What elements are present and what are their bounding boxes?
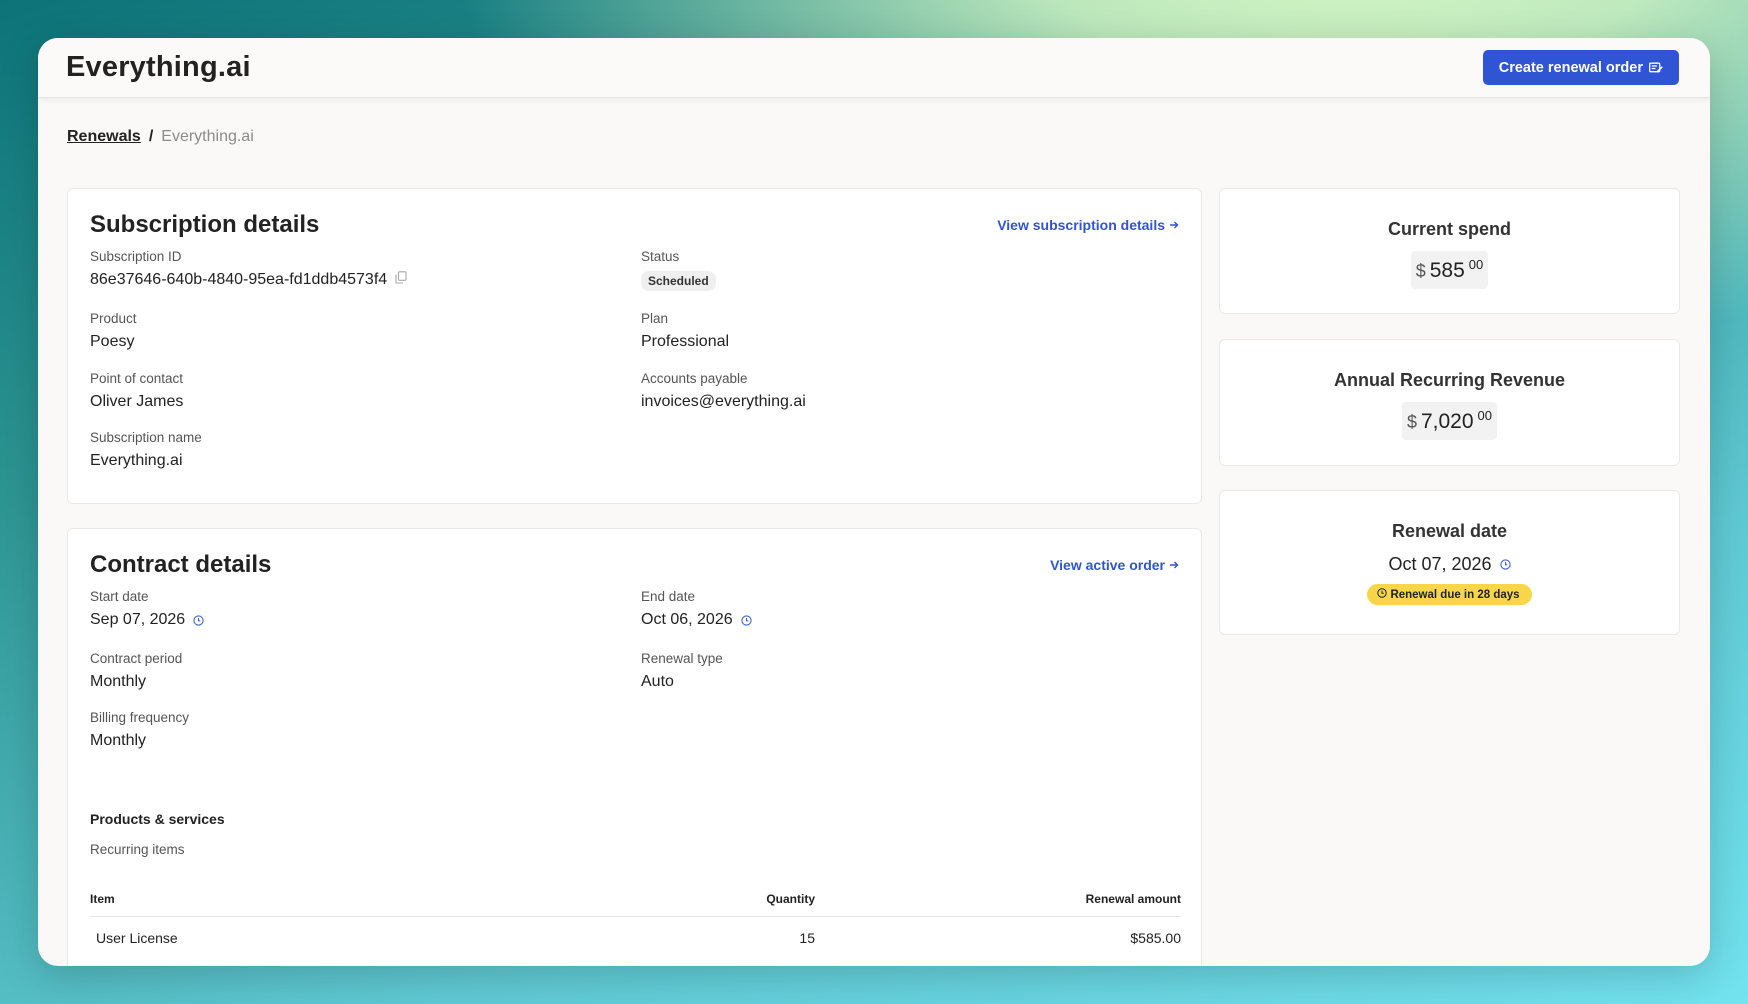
- row-item: User License: [96, 930, 178, 946]
- recurring-items-subtitle: Recurring items: [90, 842, 185, 857]
- clock-info-icon[interactable]: [740, 614, 752, 626]
- breadcrumb-renewals-link[interactable]: Renewals: [67, 128, 141, 146]
- contract-period-value: Monthly: [90, 673, 147, 690]
- renewal-date-value: Oct 07, 2026: [1388, 554, 1492, 574]
- currency-symbol: $: [1415, 261, 1426, 281]
- product-field: Product Poesy: [90, 311, 137, 351]
- amount-cents: 00: [1468, 257, 1484, 272]
- end-date-value: Oct 06, 2026: [641, 611, 733, 628]
- arr-amount: $ 7,020 00: [1401, 402, 1498, 440]
- billing-frequency-field: Billing frequency Monthly: [90, 710, 189, 750]
- renewal-type-label: Renewal type: [641, 651, 723, 666]
- current-spend-title: Current spend: [1387, 219, 1511, 239]
- accounts-payable-value: invoices@everything.ai: [641, 393, 806, 410]
- contract-details-title: Contract details: [90, 551, 272, 578]
- renewal-date-title: Renewal date: [1391, 521, 1508, 541]
- arrow-right-icon: [1169, 557, 1179, 573]
- start-date-field: Start date Sep 07, 2026: [90, 589, 204, 629]
- current-spend-card: Current spend $ 585 00: [1219, 188, 1680, 314]
- breadcrumb-current: Everything.ai: [161, 128, 254, 145]
- products-services-title: Products & services: [90, 811, 225, 827]
- billing-frequency-value: Monthly: [90, 732, 147, 749]
- contract-details-card: Contract details View active order Start…: [67, 528, 1202, 966]
- status-badge: Scheduled: [641, 271, 716, 291]
- subscription-id-field: Subscription ID 86e37646-640b-4840-95ea-…: [90, 249, 407, 289]
- plan-field: Plan Professional: [641, 311, 729, 351]
- app-window: Everything.ai Create renewal order Renew…: [38, 38, 1710, 966]
- plan-value: Professional: [641, 333, 730, 350]
- column-header-item: Item: [90, 891, 115, 906]
- subscription-details-card: Subscription details View subscription d…: [67, 188, 1202, 504]
- point-of-contact-label: Point of contact: [90, 371, 184, 386]
- clock-info-icon[interactable]: [1499, 559, 1511, 570]
- plan-label: Plan: [641, 311, 669, 326]
- renewal-date-card: Renewal date Oct 07, 2026 Renewal due in…: [1219, 490, 1680, 635]
- subscription-id-label: Subscription ID: [90, 249, 182, 264]
- product-label: Product: [90, 311, 137, 326]
- renewal-type-value: Auto: [641, 673, 674, 690]
- create-renewal-order-label: Create renewal order: [1498, 59, 1643, 76]
- clock-icon: [1377, 588, 1388, 601]
- breadcrumb: Renewals / Everything.ai: [67, 128, 254, 146]
- accounts-payable-label: Accounts payable: [641, 371, 748, 386]
- product-value: Poesy: [90, 333, 135, 350]
- top-bar: Everything.ai Create renewal order: [38, 38, 1710, 98]
- renewal-date-value-row: Oct 07, 2026: [1388, 554, 1511, 575]
- table-header: Item Quantity Renewal amount: [90, 881, 1181, 917]
- row-renewal-amount: $585.00: [1130, 930, 1181, 946]
- current-spend-amount: $ 585 00: [1410, 251, 1489, 289]
- status-label: Status: [641, 249, 680, 264]
- column-header-quantity: Quantity: [766, 891, 815, 906]
- accounts-payable-field: Accounts payable invoices@everything.ai: [641, 371, 806, 411]
- start-date-value: Sep 07, 2026: [90, 611, 186, 628]
- billing-frequency-label: Billing frequency: [90, 710, 190, 725]
- view-active-order-label: View active order: [1050, 557, 1165, 573]
- table-row: User License 15 $585.00: [90, 917, 1181, 959]
- create-renewal-order-button[interactable]: Create renewal order: [1482, 50, 1679, 85]
- products-table: Item Quantity Renewal amount User Licens…: [90, 881, 1181, 959]
- point-of-contact-field: Point of contact Oliver James: [90, 371, 183, 411]
- arr-card: Annual Recurring Revenue $ 7,020 00: [1219, 339, 1680, 466]
- view-subscription-details-label: View subscription details: [997, 217, 1165, 233]
- subscription-name-label: Subscription name: [90, 430, 202, 445]
- clock-info-icon[interactable]: [193, 614, 204, 626]
- end-date-field: End date Oct 06, 2026: [641, 589, 752, 629]
- view-active-order-link[interactable]: View active order: [1050, 557, 1179, 573]
- contract-period-field: Contract period Monthly: [90, 651, 182, 691]
- amount-whole: 7,020: [1420, 410, 1474, 433]
- renewal-due-badge: Renewal due in 28 days: [1367, 584, 1532, 605]
- currency-symbol: $: [1406, 412, 1417, 432]
- row-quantity: 15: [799, 930, 815, 946]
- status-field: Status Scheduled: [641, 249, 716, 291]
- subscription-name-field: Subscription name Everything.ai: [90, 430, 202, 470]
- amount-cents: 00: [1477, 408, 1493, 423]
- subscription-id-value: 86e37646-640b-4840-95ea-fd1ddb4573f4: [90, 271, 388, 288]
- breadcrumb-separator: /: [148, 128, 154, 145]
- view-subscription-details-link[interactable]: View subscription details: [997, 217, 1179, 233]
- renewal-due-label: Renewal due in 28 days: [1390, 588, 1520, 601]
- copy-icon[interactable]: [395, 271, 407, 289]
- column-header-renewal-amount: Renewal amount: [1085, 891, 1181, 906]
- subscription-details-title: Subscription details: [90, 211, 320, 238]
- renewal-type-field: Renewal type Auto: [641, 651, 723, 691]
- end-date-label: End date: [641, 589, 696, 604]
- arr-title: Annual Recurring Revenue: [1333, 370, 1566, 390]
- subscription-name-value: Everything.ai: [90, 452, 183, 469]
- amount-whole: 585: [1429, 259, 1465, 282]
- page-title: Everything.ai: [66, 51, 251, 83]
- document-edit-icon: [1649, 62, 1663, 74]
- point-of-contact-value: Oliver James: [90, 393, 184, 410]
- arrow-right-icon: [1169, 217, 1179, 233]
- contract-period-label: Contract period: [90, 651, 183, 666]
- start-date-label: Start date: [90, 589, 149, 604]
